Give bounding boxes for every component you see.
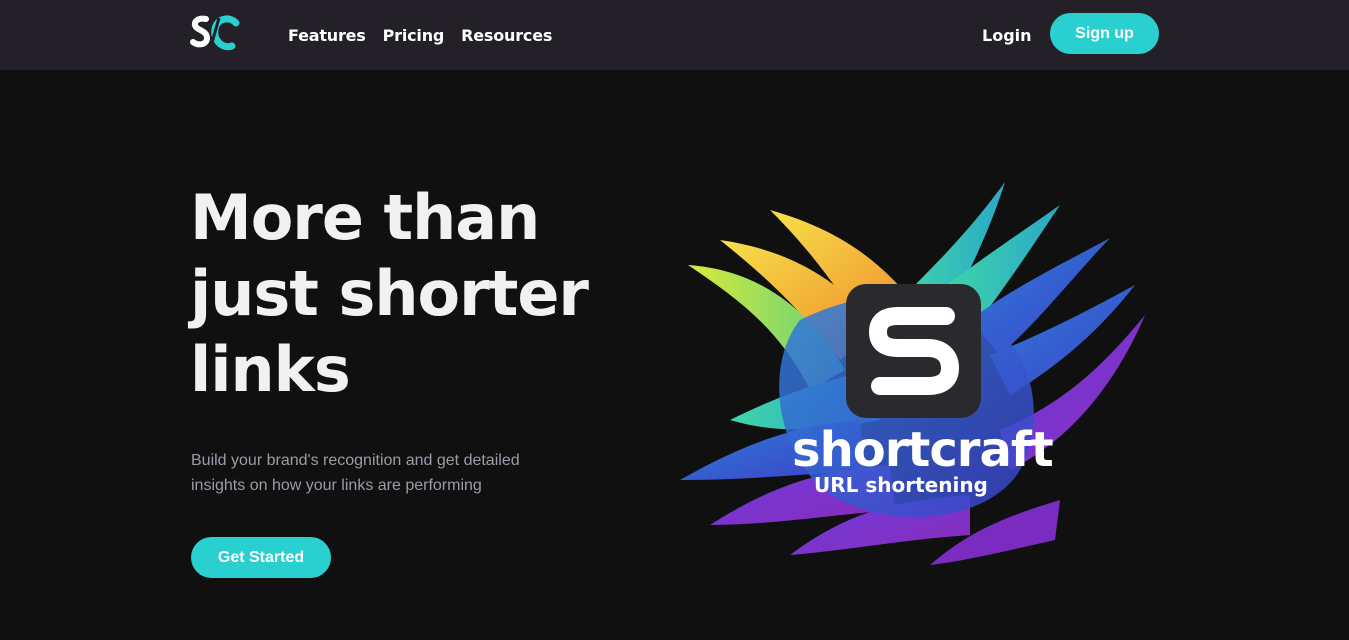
nav-link-features[interactable]: Features	[288, 26, 366, 45]
hero-title-line: More than	[190, 181, 540, 254]
nav-link-resources[interactable]: Resources	[461, 26, 552, 45]
hero-description-line: insights on how your links are performin…	[191, 477, 482, 494]
get-started-button[interactable]: Get Started	[191, 537, 331, 578]
shortcraft-brand-name: shortcraft	[792, 422, 1054, 478]
nav-link-pricing[interactable]: Pricing	[383, 26, 445, 45]
hero-illustration	[670, 170, 1160, 570]
primary-nav: Features Pricing Resources	[288, 0, 552, 70]
hero-title: More than just shorter links	[190, 180, 610, 408]
colorful-splash-graphic	[680, 182, 1145, 565]
hero-title-line: just shorter	[190, 257, 589, 330]
login-link[interactable]: Login	[982, 0, 1032, 70]
shortcraft-tagline: URL shortening	[814, 473, 988, 497]
navbar: Features Pricing Resources Login Sign up	[0, 0, 1349, 70]
hero-description-line: Build your brand's recognition and get d…	[191, 452, 520, 469]
hero-title-line: links	[190, 333, 351, 406]
hero-description: Build your brand's recognition and get d…	[191, 448, 591, 498]
signup-button[interactable]: Sign up	[1050, 13, 1159, 54]
sc-logo-icon[interactable]	[190, 14, 244, 54]
